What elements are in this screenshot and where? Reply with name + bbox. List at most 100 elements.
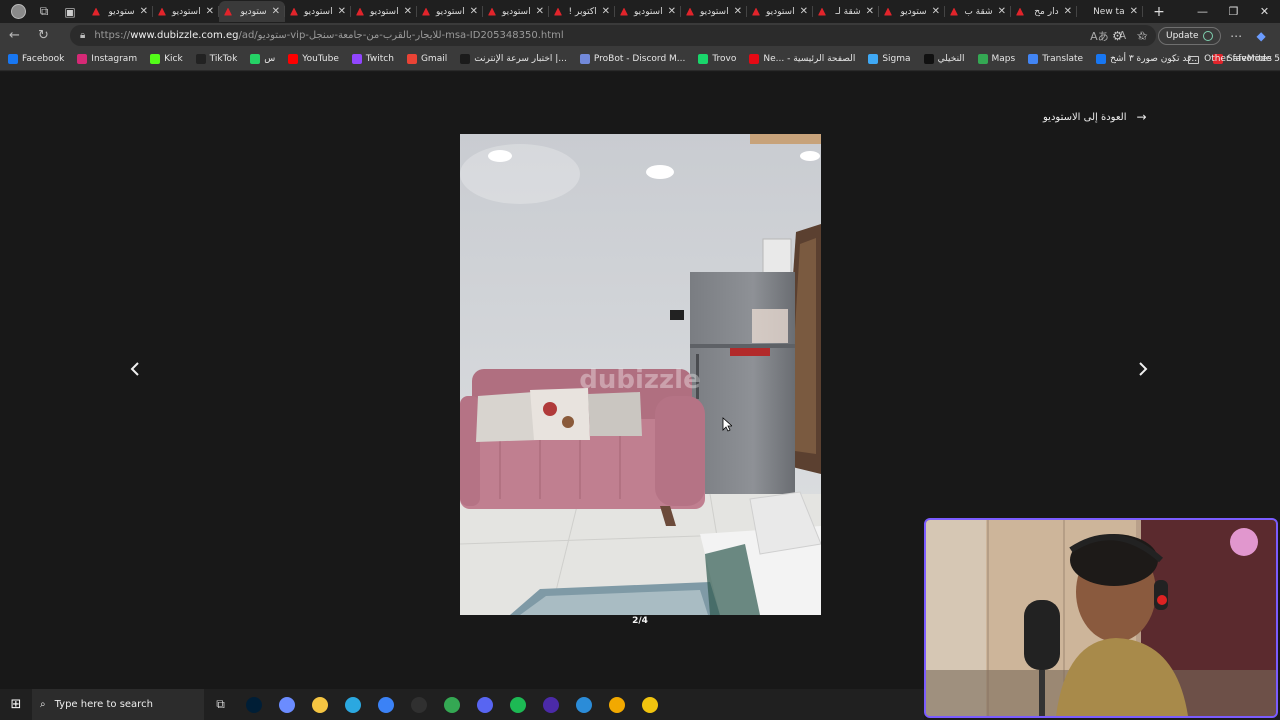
edge-icon[interactable]: [336, 689, 369, 720]
bookmark-item[interactable]: اختبار سرعة الإنترنت |...: [460, 54, 567, 64]
app2-icon[interactable]: [567, 689, 600, 720]
browser-tab[interactable]: استوديو ✕: [615, 1, 681, 22]
more-menu-icon[interactable]: ⋯: [1224, 29, 1249, 43]
bookmark-item[interactable]: س: [250, 54, 275, 64]
windows-start-icon[interactable]: ⊞: [0, 697, 32, 712]
close-window-button[interactable]: ✕: [1249, 0, 1280, 23]
close-tab-icon[interactable]: ✕: [206, 6, 214, 17]
browser-tab[interactable]: استوديو ✕: [681, 1, 747, 22]
close-tab-icon[interactable]: ✕: [668, 6, 676, 17]
bookmark-item[interactable]: Ne... - الصفحة الرئيسية: [749, 54, 855, 64]
file-explorer-icon[interactable]: [303, 689, 336, 720]
app3-icon[interactable]: [633, 689, 666, 720]
obs-icon[interactable]: [402, 689, 435, 720]
vertical-tabs-icon[interactable]: ▣: [57, 1, 83, 23]
browser-tab[interactable]: استوديو ✕: [747, 1, 813, 22]
update-button[interactable]: Update: [1158, 26, 1221, 45]
app-glyph: [575, 696, 592, 713]
spotify-icon[interactable]: [501, 689, 534, 720]
discord-icon[interactable]: [468, 689, 501, 720]
close-tab-icon[interactable]: ✕: [338, 6, 346, 17]
tab-title: استوديو: [766, 6, 795, 17]
minimize-button[interactable]: —: [1187, 0, 1218, 23]
bookmark-favicon-icon: [1096, 54, 1107, 64]
bookmark-label: ProBot - Discord M...: [593, 54, 686, 64]
restore-button[interactable]: ❐: [1218, 0, 1249, 23]
close-tab-icon[interactable]: ✕: [932, 6, 940, 17]
bookmark-item[interactable]: Instagram: [77, 54, 137, 64]
browser-tab[interactable]: استوديو ✕: [153, 1, 219, 22]
new-tab-button[interactable]: +: [1147, 4, 1171, 20]
close-tab-icon[interactable]: ✕: [404, 6, 412, 17]
chrome-icon[interactable]: [435, 689, 468, 720]
address-bar[interactable]: 🔒︎ https:// www.dubizzle.com.eg /ad/ستود…: [70, 25, 1156, 46]
close-tab-icon[interactable]: ✕: [140, 6, 148, 17]
close-tab-icon[interactable]: ✕: [734, 6, 742, 17]
browser-tab[interactable]: استوديو ✕: [351, 1, 417, 22]
bookmark-label: Kick: [164, 54, 183, 64]
bookmark-label: النخيلي: [937, 54, 965, 64]
extensions-icon[interactable]: ⚙: [1105, 29, 1130, 43]
tab-title: ستوديو: [900, 6, 927, 17]
browser-tab[interactable]: استوديو ✕: [285, 1, 351, 22]
listing-photo[interactable]: dubizzle: [460, 134, 821, 615]
bookmark-item[interactable]: Gmail: [406, 54, 448, 64]
browser-tab[interactable]: ستوديو ✕: [879, 1, 945, 22]
bookmark-favicon-icon: [195, 54, 206, 64]
photoshop-icon[interactable]: [237, 689, 270, 720]
taskbar-search[interactable]: ⌕ Type here to search: [32, 689, 204, 720]
task-view-icon[interactable]: ⧉: [204, 689, 237, 720]
browser-tab[interactable]: ستوديو ✕: [87, 1, 153, 22]
dubizzle-icon: [686, 7, 694, 16]
bookmark-item[interactable]: TikTok: [195, 54, 237, 64]
close-tab-icon[interactable]: ✕: [470, 6, 478, 17]
browser-tab[interactable]: New ta ✕: [1077, 1, 1143, 22]
bookmark-item[interactable]: Sigma: [868, 54, 911, 64]
store-icon[interactable]: [369, 689, 402, 720]
profile-avatar[interactable]: [5, 1, 31, 23]
close-tab-icon[interactable]: ✕: [536, 6, 544, 17]
close-tab-icon[interactable]: ✕: [1130, 6, 1138, 17]
bookmark-item[interactable]: Facebook: [8, 54, 64, 64]
refresh-icon[interactable]: ↻: [29, 28, 58, 43]
close-tab-icon[interactable]: ✕: [800, 6, 808, 17]
browser-tab[interactable]: استوديو ✕: [483, 1, 549, 22]
bookmark-label: Ne... - الصفحة الرئيسية: [763, 54, 856, 64]
bookmark-label: Gmail: [420, 54, 448, 64]
bookmark-item[interactable]: Trovo: [698, 54, 736, 64]
browser-tab[interactable]: استوديو ✕: [417, 1, 483, 22]
bookmark-item[interactable]: ProBot - Discord M...: [579, 54, 686, 64]
bookmark-item[interactable]: Translate: [1028, 54, 1083, 64]
browser-tab[interactable]: شقة ب ✕: [945, 1, 1011, 22]
close-tab-icon[interactable]: ✕: [998, 6, 1006, 17]
bookmark-item[interactable]: Maps: [977, 54, 1015, 64]
bookmark-item[interactable]: Twitch: [351, 54, 394, 64]
other-favorites[interactable]: Other favorites: [1188, 48, 1272, 71]
workspaces-icon[interactable]: ⧉: [31, 1, 57, 23]
bookmark-item[interactable]: قد تكون صورة ٣ أشخ...: [1096, 54, 1200, 64]
bookmark-item[interactable]: Kick: [150, 54, 183, 64]
app-glyph: [344, 696, 361, 713]
bookmark-item[interactable]: YouTube: [288, 54, 339, 64]
previous-image-button[interactable]: [130, 360, 140, 382]
back-to-listing-link[interactable]: → العودة إلى الاستوديو: [1043, 110, 1147, 124]
browser-tab[interactable]: ستوديو ✕: [219, 1, 285, 22]
close-tab-icon[interactable]: ✕: [272, 6, 280, 17]
bookmarks-overflow-icon[interactable]: ›: [1172, 48, 1176, 71]
url-scheme: https://: [94, 30, 131, 41]
close-tab-icon[interactable]: ✕: [1064, 6, 1072, 17]
dubizzle-icon: [620, 7, 628, 16]
favorites-icon[interactable]: ✩: [1130, 29, 1155, 43]
copilot-icon[interactable]: [270, 689, 303, 720]
bookmark-item[interactable]: النخيلي: [923, 54, 965, 64]
copilot-icon[interactable]: ◆: [1249, 29, 1274, 43]
app-icon[interactable]: [534, 689, 567, 720]
browser-tab[interactable]: شقة لـ ✕: [813, 1, 879, 22]
browser-tab[interactable]: أكتوبر ! ✕: [549, 1, 615, 22]
back-arrow-icon[interactable]: ←: [0, 28, 29, 43]
next-image-button[interactable]: [1138, 360, 1148, 382]
browser-tab[interactable]: دار مح ✕: [1011, 1, 1077, 22]
close-tab-icon[interactable]: ✕: [866, 6, 874, 17]
close-tab-icon[interactable]: ✕: [602, 6, 610, 17]
chart-app-icon[interactable]: [600, 689, 633, 720]
